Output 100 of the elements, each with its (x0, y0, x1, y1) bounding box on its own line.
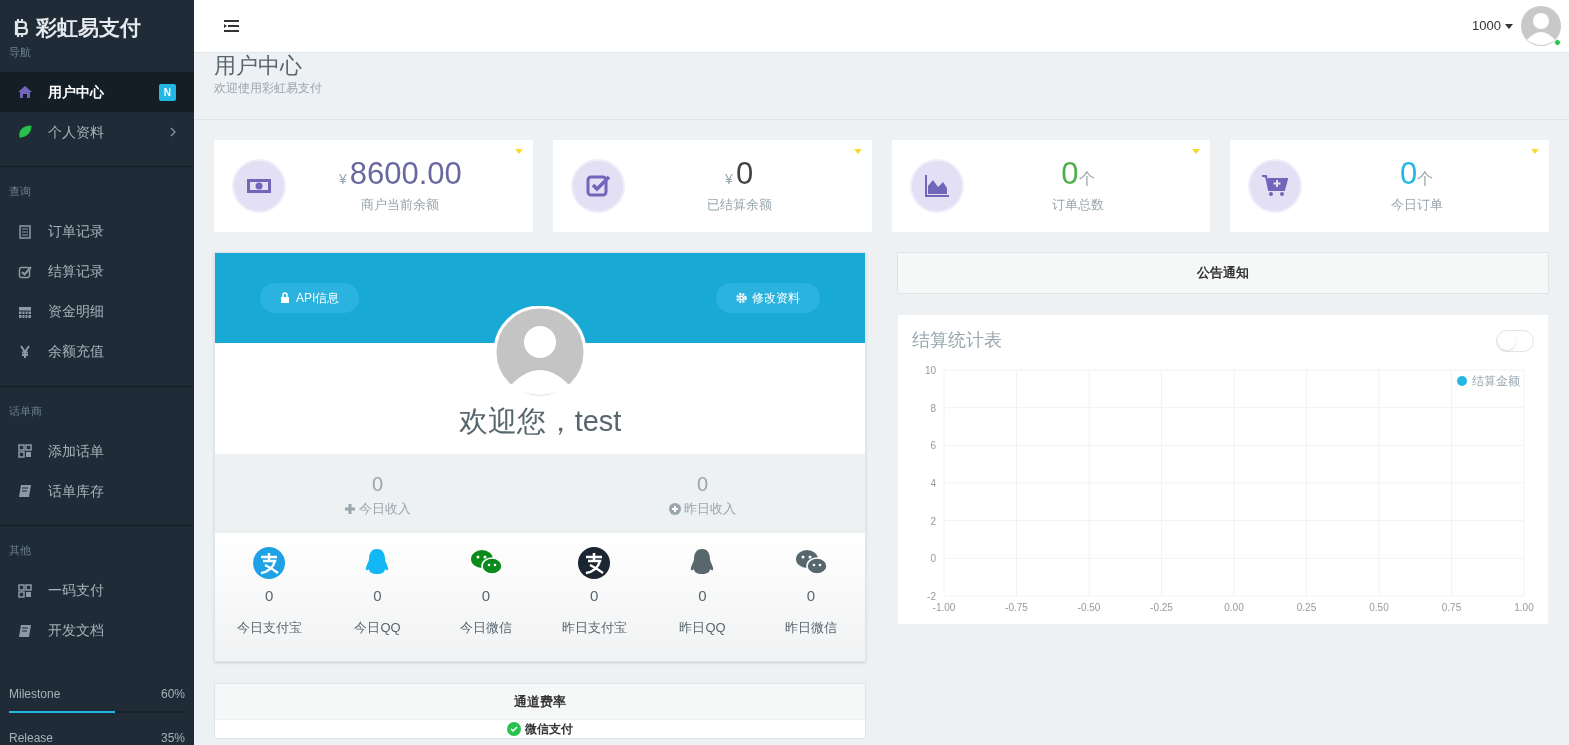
welcome-text: 欢迎您，test (457, 404, 623, 439)
bitcoin-icon (14, 17, 28, 38)
axis-tick-label: 10 (924, 365, 936, 376)
progress-reading: 60% (160, 685, 185, 703)
sidebar-item[interactable]: 用户中心 N (0, 72, 194, 112)
sidebar-item[interactable]: 个人资料 (0, 112, 194, 152)
channel-name: 微信支付 (525, 722, 573, 736)
toggle-switch[interactable] (1496, 329, 1534, 352)
sidebar-item[interactable]: 余额充值 (0, 331, 194, 372)
plus-icon (344, 502, 356, 515)
sidebar-item[interactable]: 一码支付 (0, 570, 194, 611)
stat-label: 已结算余额 (706, 195, 772, 214)
axis-tick-label: 0 (930, 553, 936, 565)
payment-value: 0 (265, 586, 274, 606)
page-subtitle: 欢迎使用彩虹易支付 (214, 80, 323, 97)
home-icon (18, 85, 32, 99)
progress-label: Milestone (9, 685, 61, 703)
plus-circle-icon (669, 502, 681, 515)
card-title: 通道费率 (215, 684, 865, 720)
user-menu[interactable]: 1000 (1472, 16, 1513, 36)
stat-unit: 个 (1078, 168, 1095, 189)
legend-label: 结算金额 (1472, 374, 1520, 388)
axis-tick-label: 1.00 (1514, 602, 1534, 613)
caret-down-icon (1505, 23, 1513, 29)
leaf-icon (18, 125, 32, 139)
stat-unit: 个 (1417, 169, 1434, 189)
axis-tick-label: 6 (930, 440, 936, 452)
menu-icon[interactable] (224, 20, 239, 32)
axis-tick-label: 0.25 (1296, 602, 1317, 613)
sidebar-item[interactable]: 结算记录 (0, 251, 194, 292)
payment-value: 0 (590, 586, 599, 606)
caret-down-icon (853, 149, 862, 154)
axis-tick-label: 0.00 (1224, 602, 1244, 613)
currency-symbol: ¥ (338, 169, 347, 189)
yen-icon (18, 344, 32, 359)
book-icon (18, 484, 32, 498)
stat-label: 商户当前余额 (361, 195, 440, 214)
qr-code-icon (18, 583, 32, 598)
axis-tick-label: -0.25 (1150, 602, 1173, 613)
gear-icon (736, 292, 747, 304)
lock-icon (280, 292, 291, 304)
area-chart-icon (922, 172, 951, 200)
axis-tick-label: 4 (930, 478, 936, 489)
chart-title: 结算统计表 (912, 329, 1002, 352)
income-value: 0 (371, 471, 384, 497)
calendar-icon (18, 304, 32, 319)
section-title: 导航 (8, 44, 32, 60)
sidebar-item[interactable]: 添加话单 (0, 431, 194, 471)
caret-down-icon (1192, 149, 1201, 154)
sidebar-item[interactable]: 话单库存 (0, 471, 194, 511)
check-square-icon (18, 264, 32, 279)
page-title: 用户中心 (214, 53, 303, 79)
caret-down-icon (514, 149, 523, 154)
income-label: 今日收入 (359, 499, 411, 518)
payment-label: 昨日微信 (784, 618, 837, 637)
axis-tick-label: -0.50 (1077, 602, 1101, 613)
axis-tick-label: -2 (927, 591, 936, 602)
list-icon (18, 224, 32, 239)
payment-value: 0 (373, 586, 382, 606)
sidebar-item[interactable]: 资金明细 (0, 291, 194, 332)
badge: N (158, 83, 176, 101)
stat-value: 0 (1061, 157, 1079, 190)
qr-code-icon (18, 444, 32, 458)
payment-value: 0 (481, 586, 490, 606)
axis-tick-label: 0.75 (1441, 602, 1462, 613)
axis-tick-label: -1.00 (932, 602, 956, 613)
progress-label: Release (9, 729, 54, 745)
axis-tick-label: 2 (930, 515, 936, 527)
axis-tick-label: 0.50 (1369, 602, 1389, 613)
stat-label: 今日订单 (1390, 195, 1443, 214)
check-circle-icon (507, 722, 521, 736)
payment-label: 昨日QQ (679, 618, 726, 637)
notice-header: 公告通知 (897, 252, 1549, 294)
income-label: 昨日收入 (684, 499, 736, 518)
payment-label: 今日QQ (354, 618, 401, 637)
avatar-icon (494, 306, 586, 398)
section-title: 查询 (8, 184, 32, 199)
avatar-icon (1521, 6, 1561, 46)
section-title: 其他 (8, 543, 32, 558)
stat-value: 0 (1400, 157, 1418, 190)
app-logo: 彩虹易支付 (36, 15, 141, 41)
alipay-icon (578, 547, 611, 579)
stat-label: 订单总数 (1051, 195, 1104, 214)
axis-tick-label: -0.75 (1005, 602, 1028, 613)
book-icon (18, 623, 32, 638)
stat-value: 8600.00 (349, 157, 462, 190)
axis-tick-label: 8 (930, 402, 936, 414)
currency-symbol: ¥ (725, 169, 733, 189)
income-value: 0 (696, 471, 709, 497)
sidebar-item[interactable]: 订单记录 (0, 211, 194, 252)
section-title: 话单商 (8, 403, 43, 419)
stat-value: 0 (735, 157, 754, 190)
alipay-icon (253, 547, 286, 579)
payment-label: 昨日支付宝 (561, 618, 627, 637)
payment-label: 今日微信 (459, 618, 512, 637)
progress-reading: 35% (160, 729, 185, 745)
caret-down-icon (1531, 149, 1539, 154)
payment-value: 0 (698, 586, 707, 606)
payment-value: 0 (806, 586, 815, 606)
sidebar-item[interactable]: 开发文档 (0, 610, 194, 651)
